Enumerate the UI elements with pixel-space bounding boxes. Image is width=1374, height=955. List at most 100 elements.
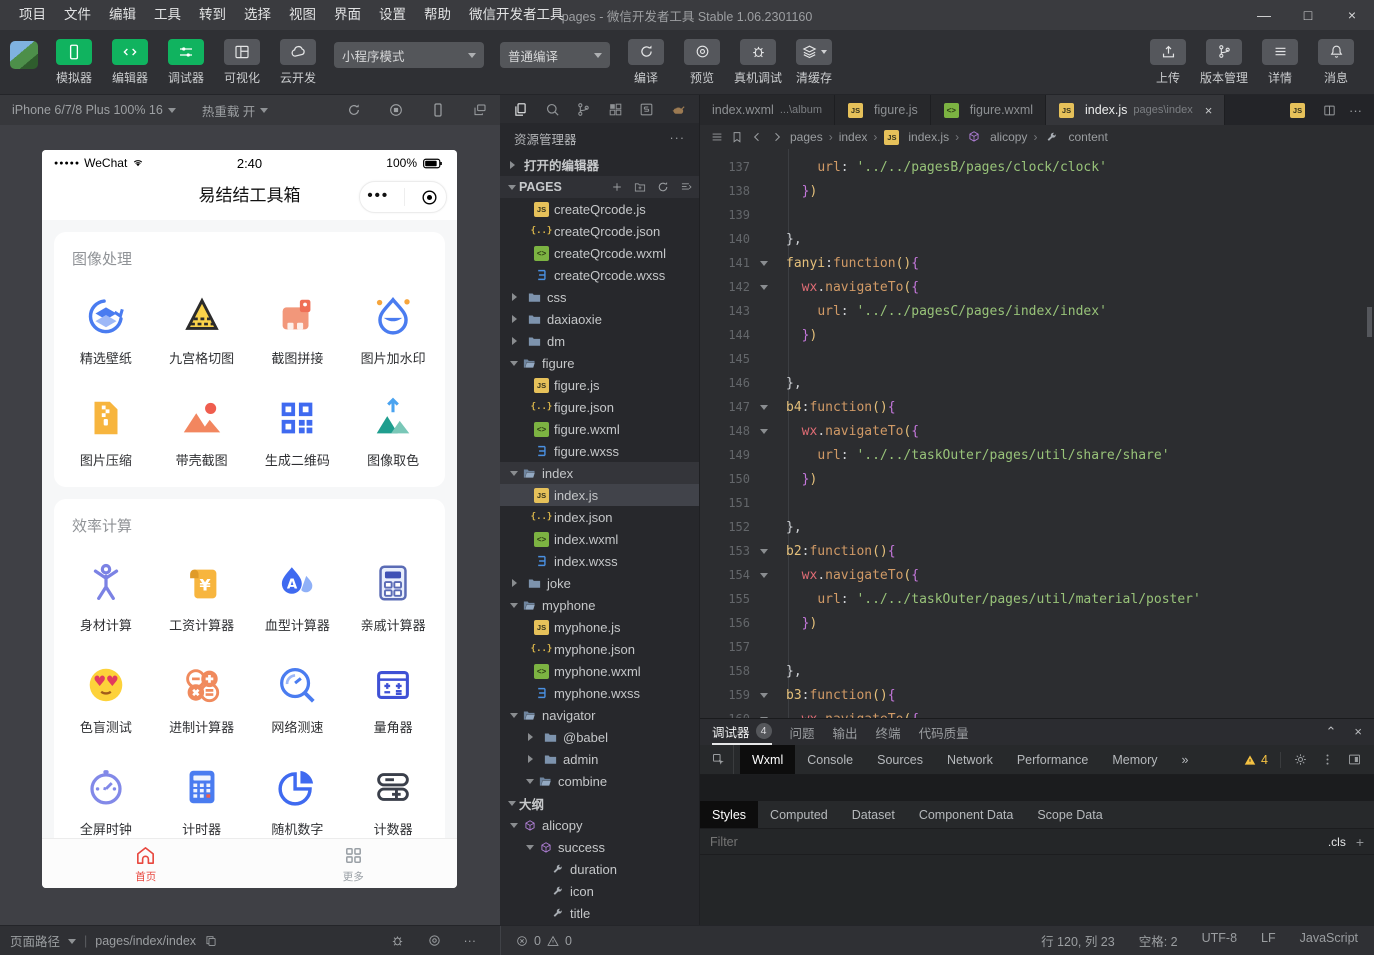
消息-button[interactable]: 消息 <box>1313 39 1359 86</box>
tree-item-icon[interactable]: icon <box>500 881 699 903</box>
app-blood[interactable]: A血型计算器 <box>250 560 346 634</box>
tree-item-index.wxml[interactable]: <>index.wxml <box>500 528 699 550</box>
可视化-toggle-button[interactable]: 可视化 <box>219 39 265 86</box>
fold-icon[interactable] <box>754 257 774 270</box>
encoding[interactable]: UTF-8 <box>1202 931 1237 950</box>
版本管理-button[interactable]: 版本管理 <box>1201 39 1247 86</box>
app-compress[interactable]: 图片压缩 <box>58 395 154 469</box>
more-dots-icon[interactable]: ••• <box>367 187 389 204</box>
调试器-toggle-button[interactable]: 调试器 <box>163 39 209 86</box>
restart-button[interactable] <box>346 102 362 118</box>
preview-icon[interactable] <box>427 933 442 948</box>
debugger-tab-终端[interactable]: 终端 <box>876 719 901 745</box>
tree-item-@babel[interactable]: @babel <box>500 726 699 748</box>
编译-button[interactable]: 编译 <box>623 39 669 86</box>
app-pie[interactable]: 随机数字 <box>250 764 346 838</box>
device-button[interactable] <box>430 102 446 118</box>
fold-icon[interactable] <box>754 281 774 294</box>
stop-button[interactable] <box>388 102 404 118</box>
tree-item-figure.js[interactable]: JSfigure.js <box>500 374 699 396</box>
menu-item-6[interactable]: 视图 <box>280 0 325 30</box>
tree-item-figure.wxml[interactable]: <>figure.wxml <box>500 418 699 440</box>
devtools-tab-Wxml[interactable]: Wxml <box>740 745 795 774</box>
menu-item-3[interactable]: 工具 <box>145 0 190 30</box>
indentation[interactable]: 空格: 2 <box>1139 931 1178 950</box>
maximize-button[interactable]: □ <box>1286 0 1330 30</box>
tree-item-index.wxss[interactable]: index.wxss <box>500 550 699 572</box>
close-button[interactable]: × <box>1330 0 1374 30</box>
tree-item-myphone.js[interactable]: JSmyphone.js <box>500 616 699 638</box>
app-stitch[interactable]: 截图拼接 <box>250 293 346 367</box>
tree-item-myphone.wxml[interactable]: <>myphone.wxml <box>500 660 699 682</box>
devtools-tab-Console[interactable]: Console <box>795 745 865 774</box>
app-protractor[interactable]: 量角器 <box>345 662 441 736</box>
menu-item-9[interactable]: 帮助 <box>415 0 460 30</box>
menu-item-0[interactable]: 项目 <box>10 0 55 30</box>
more-actions-icon[interactable]: ··· <box>1349 103 1362 118</box>
app-clock[interactable]: 全屏时钟 <box>58 764 154 838</box>
menu-item-2[interactable]: 编辑 <box>100 0 145 30</box>
more-dots-icon[interactable]: ··· <box>464 934 477 948</box>
minimize-button[interactable]: — <box>1242 0 1286 30</box>
devtools-tab-Network[interactable]: Network <box>935 745 1005 774</box>
真机调试-button[interactable]: 真机调试 <box>735 39 781 86</box>
explorer-more-button[interactable]: ··· <box>670 131 686 145</box>
menu-item-7[interactable]: 界面 <box>325 0 370 30</box>
debugger-tab-调试器[interactable]: 调试器4 <box>712 719 772 745</box>
close-panel-icon[interactable]: × <box>1354 724 1362 740</box>
compile-mode-select[interactable]: 普通编译 <box>500 42 610 68</box>
pages-section-header[interactable]: PAGES <box>500 176 699 199</box>
debugger-tab-代码质量[interactable]: 代码质量 <box>919 719 969 745</box>
activity-source-control-icon[interactable] <box>569 96 599 122</box>
styles-tab-Scope-Data[interactable]: Scope Data <box>1025 801 1114 828</box>
tree-item-createQrcode.js[interactable]: JScreateQrcode.js <box>500 198 699 220</box>
editor-tab-figure.wxml[interactable]: <>figure.wxml <box>931 95 1046 125</box>
eol[interactable]: LF <box>1261 931 1276 950</box>
debugger-tab-输出[interactable]: 输出 <box>833 719 858 745</box>
open-editors-section[interactable]: 打开的编辑器 <box>500 153 699 176</box>
page-path-label[interactable]: 页面路径 <box>10 931 60 950</box>
app-calc[interactable]: 计时器 <box>154 764 250 838</box>
云开发-toggle-button[interactable]: 云开发 <box>275 39 321 86</box>
activity-search-icon[interactable] <box>538 96 568 122</box>
menu-item-10[interactable]: 微信开发者工具 <box>460 0 573 30</box>
app-base[interactable]: 进制计算器 <box>154 662 250 736</box>
editor-tab-figure.js[interactable]: JSfigure.js <box>835 95 931 125</box>
fold-icon[interactable] <box>754 713 774 719</box>
capsule-menu[interactable]: ••• <box>359 181 447 213</box>
模拟器-toggle-button[interactable]: 模拟器 <box>51 39 97 86</box>
new-file-icon[interactable] <box>610 180 624 194</box>
hot-reload-toggle[interactable]: 热重载 开 <box>202 101 268 120</box>
tree-item-admin[interactable]: admin <box>500 748 699 770</box>
app-relative[interactable]: 亲戚计算器 <box>345 560 441 634</box>
tree-item-success[interactable]: success <box>500 837 699 859</box>
清缓存-button[interactable]: 清缓存 <box>791 39 837 86</box>
详情-button[interactable]: 详情 <box>1257 39 1303 86</box>
exit-target-icon[interactable] <box>420 188 439 207</box>
menu-item-8[interactable]: 设置 <box>370 0 415 30</box>
cls-button[interactable]: .cls <box>1328 835 1346 849</box>
editor-scrollbar[interactable] <box>1367 307 1372 337</box>
devtools-warnings[interactable]: 4 <box>1243 753 1268 767</box>
tree-item-css[interactable]: css <box>500 286 699 308</box>
devtools-dock-icon[interactable] <box>1347 752 1362 767</box>
app-ninegrid[interactable]: 九宫格切图 <box>154 293 250 367</box>
fold-icon[interactable] <box>754 569 774 582</box>
problems-indicator[interactable]: 0 0 <box>500 926 572 955</box>
editor-tab-index.js[interactable]: JSindex.jspages\index× <box>1046 95 1225 125</box>
devtools-tab-Memory[interactable]: Memory <box>1100 745 1169 774</box>
tree-item-figure.wxss[interactable]: figure.wxss <box>500 440 699 462</box>
app-watermark[interactable]: 图片加水印 <box>345 293 441 367</box>
copy-icon[interactable] <box>204 934 218 948</box>
detach-window-button[interactable] <box>472 102 488 118</box>
tree-item-joke[interactable]: joke <box>500 572 699 594</box>
devtools-tab-Sources[interactable]: Sources <box>865 745 935 774</box>
element-tree-area[interactable] <box>700 775 1374 801</box>
tree-item-myphone.json[interactable]: {..}myphone.json <box>500 638 699 660</box>
tree-item-index.json[interactable]: {..}index.json <box>500 506 699 528</box>
tree-item-createQrcode.wxss[interactable]: createQrcode.wxss <box>500 264 699 286</box>
debugger-tab-问题[interactable]: 问题 <box>790 719 815 745</box>
tree-item-duration[interactable]: duration <box>500 859 699 881</box>
tree-item-dm[interactable]: dm <box>500 330 699 352</box>
inspect-element-icon[interactable] <box>704 745 734 774</box>
